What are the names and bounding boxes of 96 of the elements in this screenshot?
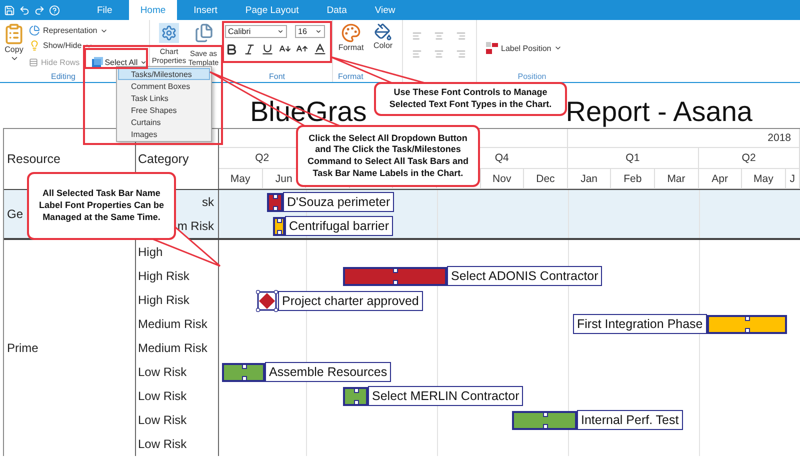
copy-button[interactable]: Copy: [3, 23, 25, 73]
select-all-icon: [92, 57, 103, 67]
menu-item[interactable]: Free Shapes: [118, 104, 210, 116]
lightbulb-icon: [29, 40, 40, 51]
font-color-icon[interactable]: [313, 42, 327, 56]
category-label: High: [138, 245, 163, 259]
menu-item[interactable]: Images: [118, 128, 210, 140]
task-bar[interactable]: [343, 386, 368, 406]
label-position-icon: [486, 42, 498, 54]
month-label: Feb: [624, 172, 642, 184]
task-bar[interactable]: [267, 192, 283, 212]
callout: Use These Font Controls to Manage Selected Text Font Types in the Chart.: [374, 82, 567, 116]
task-label[interactable]: Project charter approved: [278, 291, 423, 311]
category-label: High Risk: [138, 269, 190, 283]
caret-icon: [554, 44, 562, 52]
resource-label: Prime: [7, 341, 38, 355]
quarter-label: Q4: [494, 152, 509, 164]
ribbon-tab[interactable]: File: [86, 0, 124, 20]
clipboard-icon: [3, 23, 25, 45]
ribbon-tab[interactable]: Data: [316, 0, 358, 20]
font-family-select[interactable]: Calibri: [225, 25, 287, 38]
underline-icon[interactable]: [261, 42, 274, 56]
menu-item[interactable]: Task Links: [118, 92, 210, 104]
resource-label: Ge: [7, 207, 24, 221]
font-size-select[interactable]: 16: [295, 25, 325, 38]
task-bar[interactable]: [273, 216, 285, 236]
category-label: Low Risk: [138, 437, 187, 451]
month-label: Nov: [492, 172, 512, 184]
category-label: Low Risk: [138, 365, 187, 379]
bold-icon[interactable]: [225, 42, 238, 56]
quarter-label: Q2: [742, 152, 756, 164]
month-label: Jun: [275, 172, 292, 184]
quarter-label: Q1: [626, 152, 640, 164]
save-icon[interactable]: [4, 4, 15, 16]
files-icon: [194, 23, 214, 43]
task-label[interactable]: Internal Perf. Test: [577, 410, 683, 430]
year-label: 2018: [768, 132, 791, 144]
palette-icon: [341, 23, 361, 43]
group-label: Font: [268, 73, 285, 81]
quarter-label: Q2: [255, 152, 270, 164]
category-label: Medium Risk: [138, 341, 208, 355]
show-hide-button[interactable]: Show/Hide: [29, 40, 93, 51]
undo-icon[interactable]: [19, 4, 30, 16]
category-label: Low Risk: [138, 389, 187, 403]
group-label: Format: [338, 73, 364, 81]
callout: All Selected Task Bar Name Label Font Properties Can be Managed at the Same Time.: [27, 172, 176, 240]
month-label: Mar: [667, 172, 686, 184]
ribbon-tab[interactable]: Insert: [182, 0, 228, 20]
ribbon-tab[interactable]: Page Layout: [234, 0, 310, 20]
menu-item[interactable]: Curtains: [118, 116, 210, 128]
month-label: Jan: [580, 172, 598, 184]
category-label: Medium Risk: [138, 317, 208, 331]
paint-bucket-icon: [374, 23, 392, 41]
gear-icon: [159, 23, 179, 43]
rows-icon: [29, 58, 38, 66]
callout: Click the Select All Dropdown Button and The Click the Task/Milestones Command to Select All Task Bars and Task Bar Name Labels in the Chart.: [296, 125, 480, 187]
task-bar[interactable]: [222, 362, 265, 382]
italic-icon[interactable]: [243, 42, 256, 56]
group-label: Position: [518, 73, 546, 81]
label-position-button[interactable]: Label Position: [486, 42, 562, 54]
task-label[interactable]: First Integration Phase: [573, 314, 707, 334]
format-button[interactable]: Format: [336, 23, 366, 73]
ribbon-tab[interactable]: View: [364, 0, 406, 20]
caret-icon: [277, 28, 284, 35]
category-label: m Risk: [177, 219, 214, 233]
task-bar[interactable]: [512, 410, 577, 430]
ribbon-tab[interactable]: Home: [129, 0, 177, 20]
caret-icon: [140, 58, 147, 66]
pie-chart-icon: [29, 25, 40, 36]
milestone-marker[interactable]: [256, 290, 278, 312]
column-header: Category: [138, 152, 190, 166]
month-label: May: [754, 172, 774, 184]
category-label: High Risk: [138, 293, 190, 307]
category-label: Low Risk: [138, 413, 187, 427]
month-label: J: [790, 172, 795, 184]
menu-item[interactable]: Comment Boxes: [118, 80, 210, 92]
help-icon[interactable]: [49, 4, 60, 16]
month-label: May: [230, 172, 250, 184]
month-label: Apr: [712, 172, 728, 184]
color-button[interactable]: Color: [368, 23, 398, 73]
chart-title: Report - Asana: [566, 96, 752, 128]
category-label: sk: [202, 195, 214, 209]
month-label: Dec: [536, 172, 555, 184]
redo-icon[interactable]: [34, 4, 45, 16]
representation-button[interactable]: Representation: [29, 25, 108, 36]
task-label[interactable]: Centrifugal barrier: [285, 216, 394, 236]
group-label: Editing: [51, 73, 76, 81]
menu-item[interactable]: Tasks/Milestones: [118, 68, 210, 80]
task-label[interactable]: Assemble Resources: [265, 362, 392, 382]
task-bar[interactable]: [343, 266, 447, 286]
task-label[interactable]: D'Souza perimeter: [283, 192, 394, 212]
caret-icon: [315, 28, 322, 35]
task-bar[interactable]: [706, 314, 787, 334]
task-label[interactable]: Select ADONIS Contractor: [447, 266, 602, 286]
column-header: Resource: [7, 152, 60, 166]
task-label[interactable]: Select MERLIN Contractor: [368, 386, 524, 406]
